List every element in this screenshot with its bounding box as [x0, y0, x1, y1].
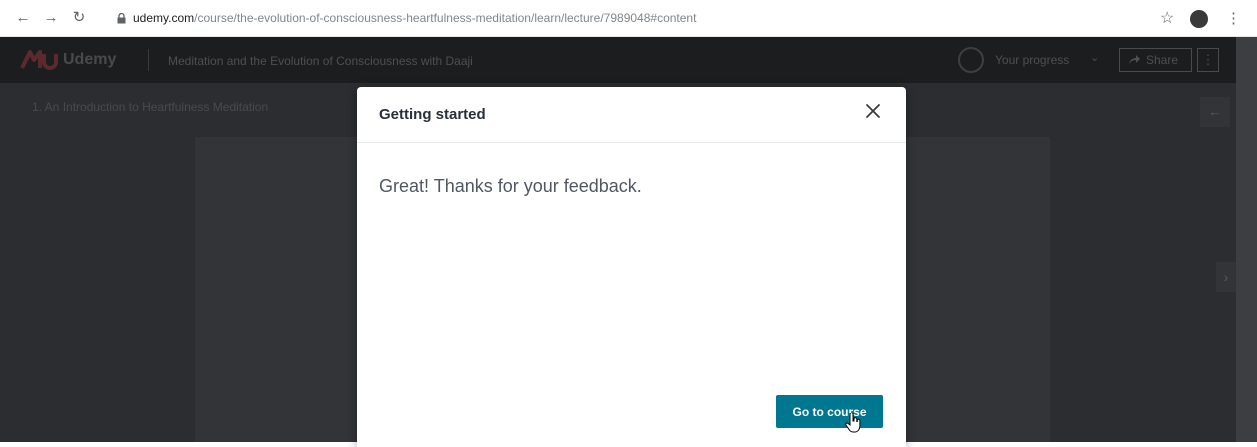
more-options-button[interactable]: ⋮ [1197, 48, 1219, 72]
trophy-icon[interactable] [958, 47, 984, 73]
course-title-link[interactable]: Meditation and the Evolution of Consciou… [168, 54, 473, 68]
url-host: udemy.com [133, 11, 195, 25]
scrollbar[interactable] [1236, 37, 1257, 442]
star-icon[interactable]: ☆ [1160, 8, 1174, 28]
vertical-dots-icon[interactable]: ⋮ [1226, 9, 1241, 27]
modal-header: Getting started [357, 87, 906, 143]
forward-arrow-icon[interactable]: → [42, 9, 60, 27]
hand-cursor-icon [845, 413, 861, 433]
collapse-sidebar-button[interactable]: ← [1200, 97, 1230, 127]
chevron-down-icon[interactable]: ⌄ [1090, 51, 1099, 64]
reload-icon[interactable]: ↻ [70, 9, 88, 27]
lecture-title: 1. An Introduction to Heartfulness Medit… [32, 100, 269, 114]
back-arrow-icon[interactable]: ← [14, 9, 32, 27]
browser-toolbar: ← → ↻ udemy.com/course/the-evolution-of-… [0, 0, 1257, 37]
feedback-message: Great! Thanks for your feedback. [379, 176, 642, 196]
share-arrow-icon [1129, 55, 1140, 64]
url-path: /course/the-evolution-of-consciousness-h… [194, 11, 697, 25]
share-button[interactable]: Share [1119, 48, 1192, 72]
udemy-logo-icon[interactable] [20, 50, 58, 70]
course-header: Udemy Meditation and the Evolution of Co… [0, 37, 1257, 83]
getting-started-modal: Getting started Great! Thanks for your f… [357, 87, 906, 447]
profile-avatar-icon[interactable] [1190, 10, 1208, 28]
logo-text[interactable]: Udemy [63, 51, 116, 69]
close-icon[interactable] [864, 102, 882, 120]
modal-title: Getting started [379, 106, 486, 123]
lock-icon [117, 13, 126, 24]
go-to-course-button[interactable]: Go to course [776, 395, 883, 428]
header-divider [148, 49, 149, 71]
progress-dropdown[interactable]: Your progress [995, 53, 1069, 67]
address-bar[interactable]: udemy.com/course/the-evolution-of-consci… [133, 11, 696, 25]
share-label: Share [1146, 53, 1179, 67]
next-lecture-button[interactable]: › [1216, 262, 1236, 292]
